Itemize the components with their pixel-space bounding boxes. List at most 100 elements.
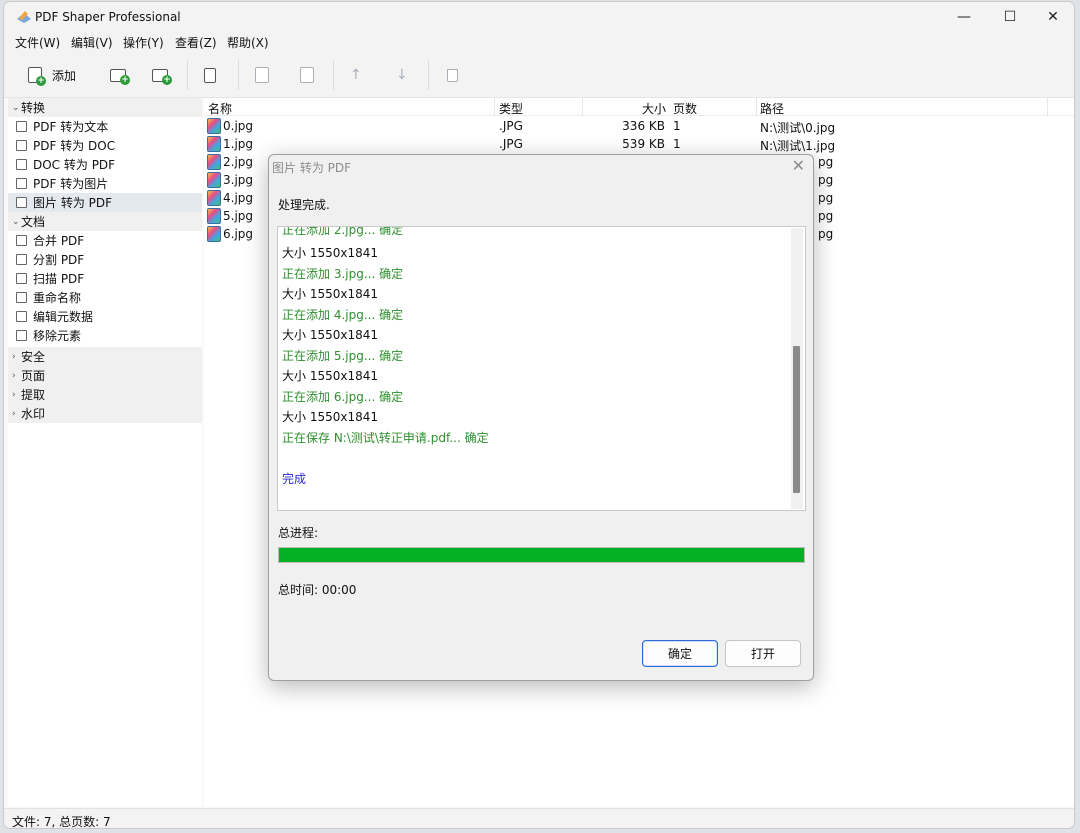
- sidebar-item-pdf-to-doc[interactable]: PDF 转为 DOC: [8, 136, 202, 155]
- sidebar-group-pages[interactable]: › 页面: [8, 366, 202, 385]
- column-header-size[interactable]: 大小: [642, 100, 666, 117]
- column-divider: [582, 98, 583, 116]
- maximize-button[interactable]: ☐: [987, 2, 1033, 32]
- sidebar-item-split-pdf[interactable]: 分割 PDF: [8, 250, 202, 269]
- log-line: 大小 1550x1841: [282, 246, 378, 260]
- file-pages: 1: [673, 137, 681, 151]
- paste-button[interactable]: [204, 64, 216, 86]
- menu-edit[interactable]: 编辑(V): [71, 34, 113, 51]
- menu-view[interactable]: 查看(Z): [175, 34, 217, 51]
- chevron-right-icon: ›: [12, 408, 16, 419]
- menu-help[interactable]: 帮助(X): [227, 34, 269, 51]
- move-up-button[interactable]: ↑: [350, 64, 362, 86]
- preview-button[interactable]: [255, 64, 269, 86]
- move-down-icon: ↓: [396, 67, 408, 83]
- table-row[interactable]: 0.jpg .JPG 336 KB 1 N:\测试\0.jpg: [204, 117, 1074, 135]
- sidebar-item-image-to-pdf[interactable]: 图片 转为 PDF: [8, 193, 202, 212]
- toolbar-divider: [187, 60, 188, 90]
- sidebar-item-rename[interactable]: 重命名称: [8, 288, 202, 307]
- table-row[interactable]: 1.jpg .JPG 539 KB 1 N:\测试\1.jpg: [204, 135, 1074, 153]
- remove-elements-icon: [16, 330, 27, 341]
- jpg-file-icon: [207, 172, 221, 188]
- sidebar-item-pdf-to-image[interactable]: PDF 转为图片: [8, 174, 202, 193]
- open-button-label: 打开: [750, 647, 775, 661]
- app-logo-icon: [17, 11, 31, 23]
- menu-bar: 文件(W) 编辑(V) 操作(Y) 查看(Z) 帮助(X): [4, 32, 1074, 52]
- log-line: 大小 1550x1841: [282, 328, 378, 342]
- merge-icon: [16, 235, 27, 246]
- column-header-pages[interactable]: 页数: [673, 100, 697, 117]
- toolbar-divider: [333, 60, 334, 90]
- ok-button[interactable]: 确定: [642, 640, 718, 667]
- file-type: .JPG: [499, 137, 523, 151]
- file-list-header: 名称 类型 大小 页数 路径: [204, 98, 1074, 117]
- log-line: 大小 1550x1841: [282, 369, 378, 383]
- sidebar-item-label: 合并 PDF: [33, 234, 85, 248]
- progress-label: 总进程:: [278, 526, 319, 540]
- scrollbar-thumb[interactable]: [793, 346, 800, 493]
- column-header-path[interactable]: 路径: [760, 100, 784, 117]
- menu-file[interactable]: 文件(W): [15, 34, 60, 51]
- dialog-close-button[interactable]: ✕: [792, 156, 805, 175]
- sidebar-item-label: 图片 转为 PDF: [33, 196, 113, 210]
- minimize-button[interactable]: —: [941, 2, 987, 32]
- sidebar-group-convert[interactable]: ⌄ 转换: [8, 98, 202, 117]
- column-header-type[interactable]: 类型: [499, 100, 523, 117]
- sidebar-group-security[interactable]: › 安全: [8, 347, 202, 366]
- text-document-icon: [16, 121, 27, 132]
- sidebar-item-merge-pdf[interactable]: 合并 PDF: [8, 231, 202, 250]
- sidebar-item-scan-pdf[interactable]: 扫描 PDF: [8, 269, 202, 288]
- sidebar-group-label: 转换: [21, 101, 46, 115]
- column-divider: [756, 98, 757, 116]
- sidebar-group-document[interactable]: ⌄ 文档: [8, 212, 202, 231]
- file-path: pg: [818, 173, 834, 187]
- log-line: 正在添加 3.jpg... 确定: [282, 267, 404, 281]
- move-down-button[interactable]: ↓: [396, 64, 408, 86]
- jpg-file-icon: [207, 208, 221, 224]
- sidebar-group-watermark[interactable]: › 水印: [8, 404, 202, 423]
- toolbar-divider: [238, 60, 239, 90]
- menu-action[interactable]: 操作(Y): [123, 34, 164, 51]
- document-info-icon: [300, 67, 314, 83]
- chevron-down-icon: ⌄: [12, 216, 20, 227]
- add-image-button[interactable]: +: [152, 64, 172, 86]
- minimize-icon: —: [957, 9, 971, 25]
- column-header-name[interactable]: 名称: [208, 100, 232, 117]
- sidebar-group-label: 水印: [21, 407, 46, 421]
- open-button[interactable]: 打开: [725, 640, 801, 667]
- file-size: 539 KB: [622, 137, 665, 151]
- image-to-pdf-icon: [16, 197, 27, 208]
- log-box[interactable]: 正在添加 2.jpg... 确定 大小 1550x1841 正在添加 3.jpg…: [277, 226, 806, 511]
- file-type: .JPG: [499, 119, 523, 133]
- sidebar-item-pdf-to-text[interactable]: PDF 转为文本: [8, 117, 202, 136]
- sidebar-item-remove-elements[interactable]: 移除元素: [8, 326, 202, 345]
- chevron-down-icon: ⌄: [12, 102, 20, 113]
- sidebar-item-label: PDF 转为文本: [33, 120, 109, 134]
- log-line: 正在添加 6.jpg... 确定: [282, 390, 404, 404]
- add-folder-button[interactable]: +: [110, 64, 130, 86]
- properties-button[interactable]: [300, 64, 314, 86]
- jpg-file-icon: [207, 118, 221, 134]
- doc-icon: [16, 140, 27, 151]
- sidebar-item-doc-to-pdf[interactable]: DOC 转为 PDF: [8, 155, 202, 174]
- progress-fill: [279, 548, 804, 562]
- dialog-title: 图片 转为 PDF: [272, 161, 352, 175]
- close-button[interactable]: ✕: [1030, 2, 1074, 32]
- jpg-file-icon: [207, 136, 221, 152]
- file-pages: 1: [673, 119, 681, 133]
- sidebar-item-label: PDF 转为 DOC: [33, 139, 116, 153]
- delete-button[interactable]: [447, 64, 458, 86]
- file-path: pg: [818, 209, 834, 223]
- log-line: 正在添加 4.jpg... 确定: [282, 308, 404, 322]
- chevron-right-icon: ›: [12, 351, 16, 362]
- log-line: 正在添加 5.jpg... 确定: [282, 349, 404, 363]
- add-button-label: 添加: [52, 68, 77, 83]
- log-scrollbar[interactable]: [791, 228, 803, 509]
- add-button[interactable]: + 添加: [28, 64, 76, 86]
- conversion-dialog: 图片 转为 PDF ✕ 处理完成. 正在添加 2.jpg... 确定 大小 15…: [268, 154, 814, 681]
- add-folder-icon: +: [110, 68, 130, 85]
- sidebar-item-edit-metadata[interactable]: 编辑元数据: [8, 307, 202, 326]
- sidebar-group-extract[interactable]: › 提取: [8, 385, 202, 404]
- jpg-file-icon: [207, 190, 221, 206]
- sidebar: ⌄ 转换 PDF 转为文本 PDF 转为 DOC DOC 转为 PDF PDF …: [8, 98, 202, 806]
